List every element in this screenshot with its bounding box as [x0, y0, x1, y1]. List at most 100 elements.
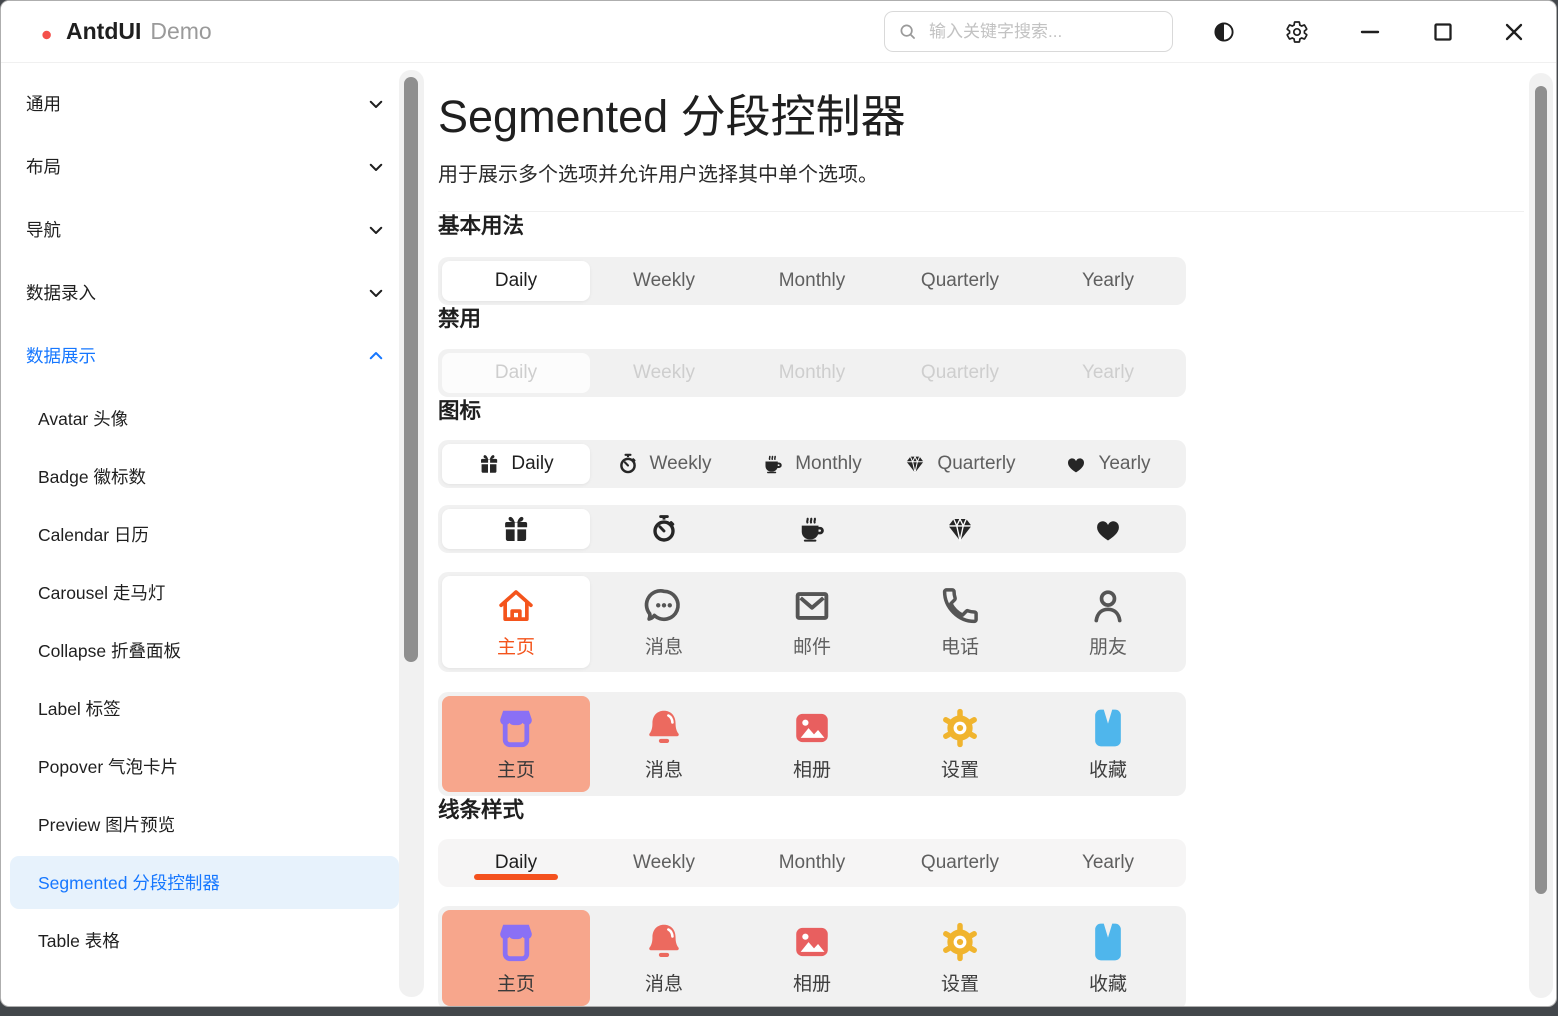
sidebar-group-data-display[interactable]: 数据展示 — [1, 324, 399, 387]
theme-toggle-button[interactable] — [1202, 10, 1246, 54]
segment-option-favorites[interactable]: 收藏 — [1034, 910, 1182, 1006]
sidebar-item-badge[interactable]: Badge 徽标数 — [10, 450, 399, 503]
chevron-down-icon — [367, 221, 385, 239]
segment-option-monthly-disabled: Monthly — [738, 353, 886, 393]
segment-option-album[interactable]: 相册 — [738, 696, 886, 792]
app-logo-icon — [19, 15, 53, 49]
segment-option-quarterly[interactable]: Quarterly — [886, 444, 1034, 484]
sidebar-item-preview[interactable]: Preview 图片预览 — [10, 798, 399, 851]
segment-option-gift[interactable] — [442, 509, 590, 549]
settings-gear-icon — [1285, 20, 1309, 44]
segment-option-yearly-disabled: Yearly — [1034, 353, 1182, 393]
search-box[interactable] — [884, 11, 1173, 52]
sidebar-group-label: 通用 — [26, 91, 61, 116]
sidebar-group-navigation[interactable]: 导航 — [1, 198, 399, 261]
sidebar-item-calendar[interactable]: Calendar 日历 — [10, 508, 399, 561]
section-header-basic: 基本用法 — [438, 212, 1556, 241]
segmented-icon-labels: Daily Weekly Monthly Quarterly Yearly — [438, 440, 1186, 488]
segment-option-messages[interactable]: 消息 — [590, 910, 738, 1006]
segment-option-daily[interactable]: Daily — [442, 444, 590, 484]
segment-option-weekly[interactable]: Weekly — [590, 444, 738, 484]
sidebar-item-label: Popover 气泡卡片 — [38, 754, 178, 779]
segment-option-weekly[interactable]: Weekly — [590, 843, 738, 883]
sidebar-item-segmented[interactable]: Segmented 分段控制器 — [10, 856, 399, 909]
sidebar-item-popover[interactable]: Popover 气泡卡片 — [10, 740, 399, 793]
sidebar-item-table[interactable]: Table 表格 — [10, 914, 399, 967]
segment-option-settings[interactable]: 设置 — [886, 910, 1034, 1006]
segment-option-favorites[interactable]: 收藏 — [1034, 696, 1182, 792]
home-icon — [495, 585, 537, 627]
minimize-button[interactable] — [1348, 10, 1392, 54]
section-header-disabled: 禁用 — [438, 305, 1556, 334]
segment-option-friends[interactable]: 朋友 — [1034, 576, 1182, 668]
segmented-disabled: Daily Weekly Monthly Quarterly Yearly — [438, 349, 1186, 397]
minimize-icon — [1358, 20, 1382, 44]
coffee-icon — [762, 453, 784, 475]
segment-option-monthly[interactable]: Monthly — [738, 444, 886, 484]
theme-toggle-icon — [1212, 20, 1236, 44]
segment-option-messages[interactable]: 消息 — [590, 696, 738, 792]
segment-option-yearly[interactable]: Yearly — [1034, 843, 1182, 883]
gear-icon — [938, 706, 982, 750]
chevron-down-icon — [367, 284, 385, 302]
stopwatch-icon — [617, 453, 639, 475]
segment-option-diamond[interactable] — [886, 509, 1034, 549]
segment-option-weekly[interactable]: Weekly — [590, 261, 738, 301]
sidebar-item-label: Table 表格 — [38, 928, 120, 953]
sidebar-item-avatar[interactable]: Avatar 头像 — [10, 392, 399, 445]
diamond-icon — [904, 453, 926, 475]
segment-option-phone[interactable]: 电话 — [886, 576, 1034, 668]
segment-option-home[interactable]: 主页 — [442, 576, 590, 668]
bell-icon — [642, 706, 686, 750]
sidebar-scrollbar[interactable] — [399, 70, 424, 997]
segment-option-yearly[interactable]: Yearly — [1034, 444, 1182, 484]
message-icon — [643, 585, 685, 627]
sidebar-group-general[interactable]: 通用 — [1, 72, 399, 135]
sidebar-item-label[interactable]: Label 标签 — [10, 682, 399, 735]
segment-option-daily[interactable]: Daily — [442, 843, 590, 883]
main-scrollbar[interactable] — [1529, 73, 1553, 998]
bell-icon — [642, 920, 686, 964]
sidebar-group-label: 导航 — [26, 217, 61, 242]
sidebar-item-collapse[interactable]: Collapse 折叠面板 — [10, 624, 399, 677]
segment-option-quarterly[interactable]: Quarterly — [886, 261, 1034, 301]
sidebar-group-label: 数据录入 — [26, 280, 96, 305]
chevron-down-icon — [367, 158, 385, 176]
segment-option-quarterly[interactable]: Quarterly — [886, 843, 1034, 883]
segmented-line-style: Daily Weekly Monthly Quarterly Yearly — [438, 839, 1186, 887]
segment-option-coffee[interactable] — [738, 509, 886, 549]
segment-option-monthly[interactable]: Monthly — [738, 843, 886, 883]
segment-option-mail[interactable]: 邮件 — [738, 576, 886, 668]
settings-button[interactable] — [1275, 10, 1319, 54]
section-header-icons: 图标 — [438, 397, 1556, 426]
segmented-colored-icons: 主页 消息 相册 设置 收藏 — [438, 692, 1186, 796]
heart-icon — [1093, 514, 1123, 544]
segment-option-quarterly-disabled: Quarterly — [886, 353, 1034, 393]
segment-option-weekly-disabled: Weekly — [590, 353, 738, 393]
sidebar-item-carousel[interactable]: Carousel 走马灯 — [10, 566, 399, 619]
mail-icon — [791, 585, 833, 627]
phone-icon — [939, 585, 981, 627]
sidebar-scrollbar-thumb[interactable] — [404, 77, 418, 662]
search-input[interactable] — [927, 21, 1160, 43]
main-content: Segmented 分段控制器 用于展示多个选项并允许用户选择其中单个选项。 基… — [424, 63, 1556, 1006]
main-scrollbar-thumb[interactable] — [1535, 86, 1547, 894]
sidebar-group-data-entry[interactable]: 数据录入 — [1, 261, 399, 324]
segment-option-daily[interactable]: Daily — [442, 261, 590, 301]
segment-option-yearly[interactable]: Yearly — [1034, 261, 1182, 301]
segment-option-stopwatch[interactable] — [590, 509, 738, 549]
segment-option-monthly[interactable]: Monthly — [738, 261, 886, 301]
segment-option-messages[interactable]: 消息 — [590, 576, 738, 668]
segment-option-daily-disabled: Daily — [442, 353, 590, 393]
photo-icon — [790, 706, 834, 750]
maximize-button[interactable] — [1421, 10, 1465, 54]
bookmark-icon — [1086, 920, 1130, 964]
segment-option-album[interactable]: 相册 — [738, 910, 886, 1006]
close-button[interactable] — [1492, 10, 1536, 54]
segment-option-heart[interactable] — [1034, 509, 1182, 549]
segment-option-settings[interactable]: 设置 — [886, 696, 1034, 792]
sidebar-group-layout[interactable]: 布局 — [1, 135, 399, 198]
sidebar-item-label: Preview 图片预览 — [38, 812, 175, 837]
segment-option-home[interactable]: 主页 — [442, 696, 590, 792]
segment-option-home[interactable]: 主页 — [442, 910, 590, 1006]
